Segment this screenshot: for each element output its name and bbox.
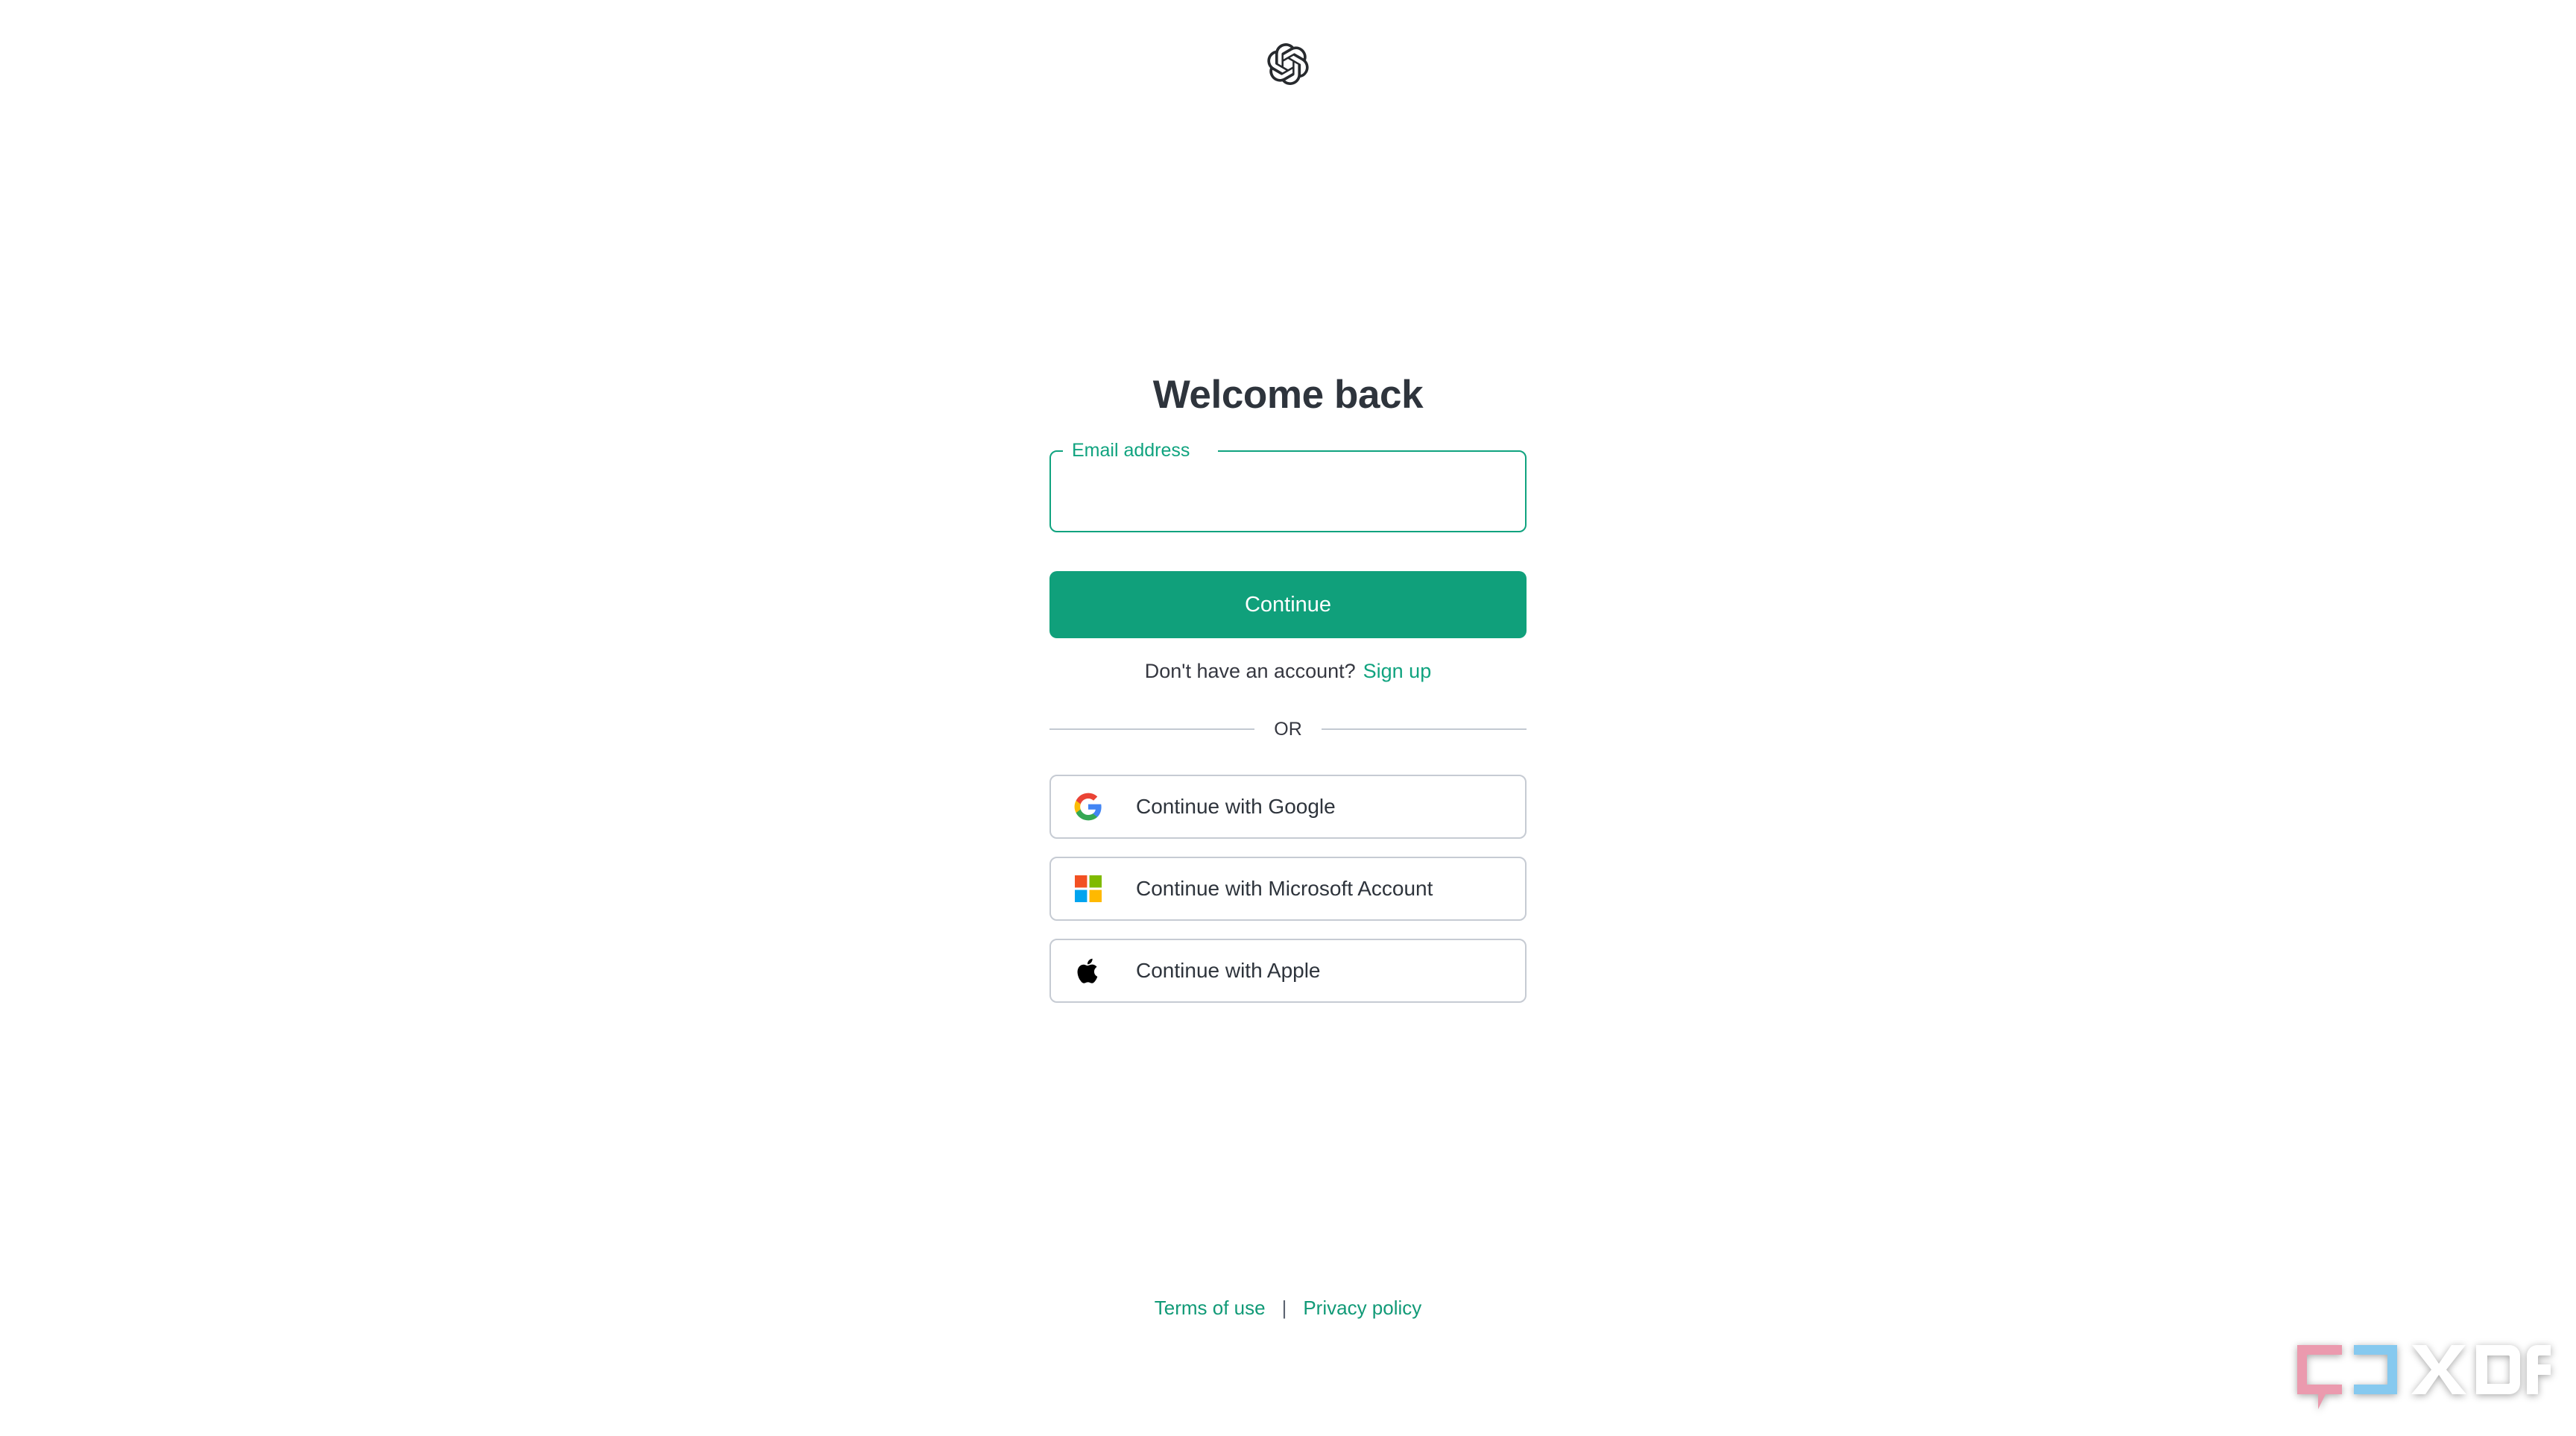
email-field[interactable]: Email address <box>1049 439 1527 532</box>
auth-card: Welcome back Email address Continue Don'… <box>1049 373 1527 1003</box>
terms-of-use-link[interactable]: Terms of use <box>1155 1297 1266 1320</box>
signup-prompt-text: Don't have an account? <box>1144 659 1356 682</box>
login-page: Welcome back Email address Continue Don'… <box>0 0 2576 1436</box>
xda-watermark <box>2288 1341 2551 1409</box>
continue-button[interactable]: Continue <box>1049 570 1527 638</box>
openai-logo-icon <box>1267 43 1309 85</box>
continue-with-google-button[interactable]: Continue with Google <box>1049 774 1527 839</box>
page-title: Welcome back <box>1152 373 1424 417</box>
divider-rule-right <box>1321 728 1527 731</box>
divider-rule-left <box>1049 728 1255 731</box>
apple-icon <box>1072 954 1105 987</box>
google-icon <box>1072 790 1105 823</box>
continue-with-microsoft-button[interactable]: Continue with Microsoft Account <box>1049 856 1527 921</box>
or-divider: OR <box>1049 718 1527 740</box>
continue-with-apple-button[interactable]: Continue with Apple <box>1049 938 1527 1003</box>
divider-label: OR <box>1274 718 1302 740</box>
email-field-label: Email address <box>1069 439 1193 461</box>
apple-button-label: Continue with Apple <box>1136 958 1321 982</box>
footer-links: Terms of use | Privacy policy <box>0 1297 2576 1320</box>
privacy-policy-link[interactable]: Privacy policy <box>1303 1297 1421 1320</box>
signup-link[interactable]: Sign up <box>1363 660 1432 682</box>
footer-separator: | <box>1281 1297 1287 1319</box>
email-input[interactable] <box>1049 450 1527 532</box>
microsoft-icon <box>1072 872 1105 905</box>
signup-row: Don't have an account? Sign up <box>1049 660 1527 683</box>
microsoft-button-label: Continue with Microsoft Account <box>1136 876 1433 900</box>
google-button-label: Continue with Google <box>1136 794 1336 818</box>
brand-logo <box>0 43 2576 85</box>
